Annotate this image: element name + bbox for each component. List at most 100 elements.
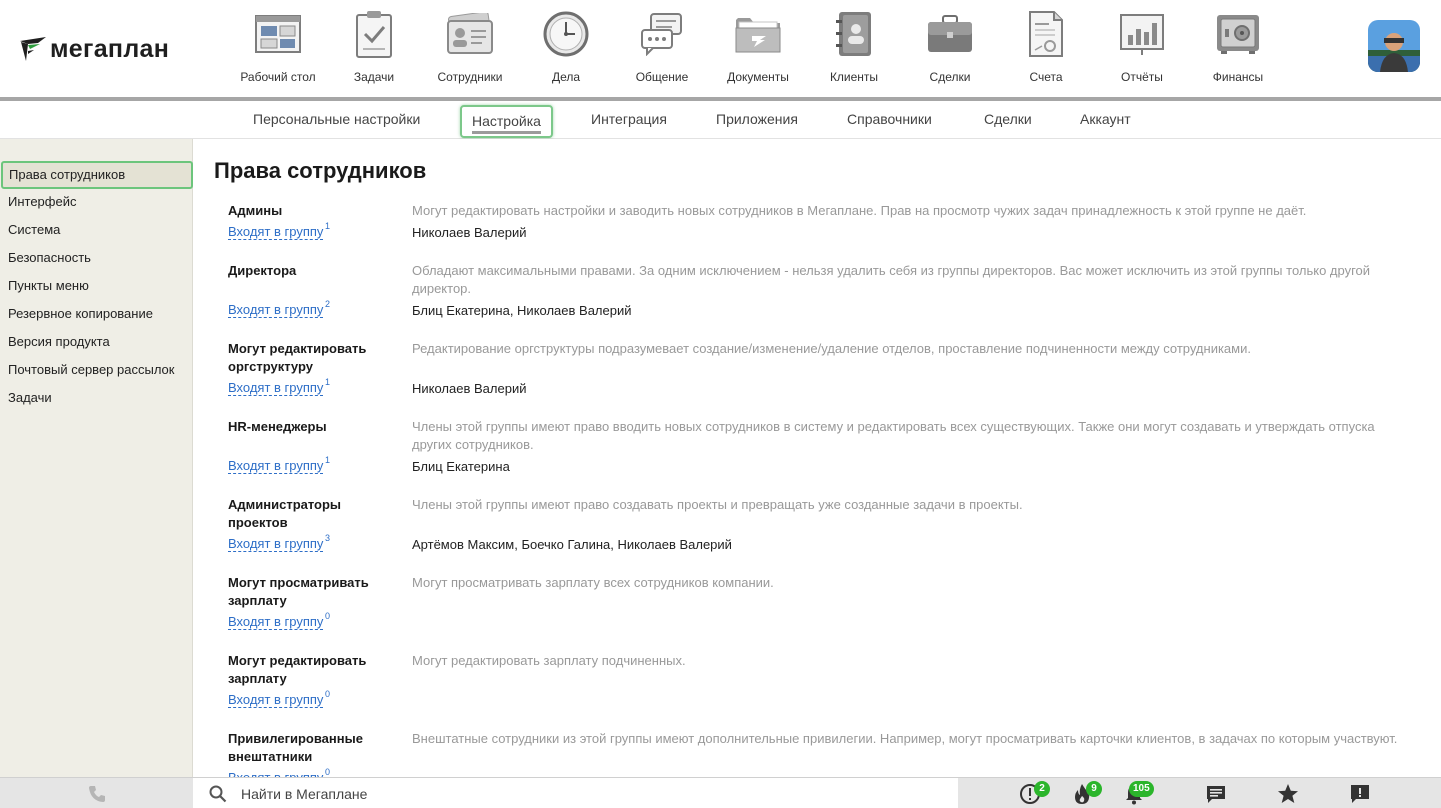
group-members-link[interactable]: Входят в группу xyxy=(228,224,324,240)
module-tasks[interactable]: Задачи xyxy=(326,8,422,92)
module-clients[interactable]: Клиенты xyxy=(806,8,902,92)
module-menu: Рабочий стол Задачи Сотрудники Дела Обще… xyxy=(230,8,1286,92)
tab-integration[interactable]: Интеграция xyxy=(591,101,667,139)
group-member-count: 3 xyxy=(325,533,331,543)
top-navigation-bar: мегаплан Рабочий стол Задачи Сотрудники … xyxy=(0,0,1441,97)
group-name: HR-менеджеры xyxy=(228,419,327,434)
module-finance[interactable]: Финансы xyxy=(1190,8,1286,92)
group-members-link[interactable]: Входят в группу xyxy=(228,692,324,708)
group-org-structure-editors: Могут редактировать оргструктуру Редакти… xyxy=(228,340,1428,418)
employees-card-icon xyxy=(444,8,496,60)
module-deals[interactable]: Сделки xyxy=(902,8,998,92)
group-project-admins: Администраторы проектов Члены этой групп… xyxy=(228,496,1428,574)
logo-arrow-icon xyxy=(20,37,46,61)
clock-icon xyxy=(540,8,592,60)
module-invoices[interactable]: Счета xyxy=(998,8,1094,92)
module-employees[interactable]: Сотрудники xyxy=(422,8,518,92)
settings-sidebar: Права сотрудников Интерфейс Система Безо… xyxy=(0,139,193,777)
megaplan-logo[interactable]: мегаплан xyxy=(18,33,169,65)
module-dashboard[interactable]: Рабочий стол xyxy=(230,8,326,92)
alerts-button[interactable]: 2 xyxy=(1010,778,1050,808)
tab-deals[interactable]: Сделки xyxy=(984,101,1032,139)
search-input[interactable] xyxy=(241,785,841,802)
settings-tabs: Персональные настройки Настройка Интегра… xyxy=(0,101,1441,139)
module-label: Сотрудники xyxy=(437,70,503,84)
sidebar-item-product-version[interactable]: Версия продукта xyxy=(0,328,193,356)
group-name: Директора xyxy=(228,263,297,278)
group-description: Члены этой группы имеют право вводить но… xyxy=(412,419,1375,452)
group-name: Могут редактировать зарплату xyxy=(228,653,367,686)
group-hr-managers: HR-менеджеры Члены этой группы имеют пра… xyxy=(228,418,1428,496)
chat-bubbles-icon xyxy=(636,8,688,60)
star-icon xyxy=(1278,783,1298,803)
sidebar-item-menu-items[interactable]: Пункты меню xyxy=(0,272,193,300)
group-admins: Админы Могут редактировать настройки и з… xyxy=(228,202,1428,262)
folder-icon xyxy=(732,8,784,60)
feedback-button[interactable] xyxy=(1340,778,1380,808)
page-title: Права сотрудников xyxy=(214,158,427,183)
tab-directories[interactable]: Справочники xyxy=(847,101,932,139)
group-privileged-freelancers: Привилегированные внештатники Внештатные… xyxy=(228,730,1428,777)
tab-account[interactable]: Аккаунт xyxy=(1080,101,1131,139)
sidebar-item-tasks[interactable]: Задачи xyxy=(0,384,193,412)
group-description: Обладают максимальными правами. За одним… xyxy=(412,263,1371,296)
group-members: Блиц Екатерина, Николаев Валерий xyxy=(412,303,632,318)
group-member-count: 0 xyxy=(325,611,331,621)
module-communication[interactable]: Общение xyxy=(614,8,710,92)
tab-settings[interactable]: Настройка xyxy=(460,105,553,138)
messages-button[interactable] xyxy=(1196,778,1236,808)
feedback-icon xyxy=(1351,784,1369,803)
app-window: мегаплан Рабочий стол Задачи Сотрудники … xyxy=(0,0,1441,808)
sidebar-item-mail-server[interactable]: Почтовый сервер рассылок xyxy=(0,356,193,384)
group-description: Могут редактировать зарплату подчиненных… xyxy=(412,653,686,668)
notifications-button[interactable]: 105 xyxy=(1114,778,1154,808)
group-directors: Директора Обладают максимальными правами… xyxy=(228,262,1428,340)
invoice-icon xyxy=(1020,8,1072,60)
group-members-link[interactable]: Входят в группу xyxy=(228,380,324,396)
phone-button[interactable] xyxy=(0,778,193,808)
user-avatar[interactable] xyxy=(1368,20,1420,72)
favorites-button[interactable] xyxy=(1268,778,1308,808)
main-content: Права сотрудников Админы Могут редактиро… xyxy=(193,139,1441,777)
module-documents[interactable]: Документы xyxy=(710,8,806,92)
module-label: Задачи xyxy=(353,70,395,84)
group-name: Админы xyxy=(228,203,283,218)
group-members: Николаев Валерий xyxy=(412,381,527,396)
module-label: Сделки xyxy=(929,70,971,84)
module-label: Отчёты xyxy=(1121,70,1163,84)
group-name: Администраторы проектов xyxy=(228,497,342,530)
sidebar-item-backup[interactable]: Резервное копирование xyxy=(0,300,193,328)
group-member-count: 1 xyxy=(325,221,331,231)
group-member-count: 2 xyxy=(325,299,331,309)
sidebar-item-system[interactable]: Система xyxy=(0,216,193,244)
group-members-link[interactable]: Входят в группу xyxy=(228,770,323,777)
group-members-link[interactable]: Входят в группу xyxy=(228,614,324,630)
briefcase-icon xyxy=(924,8,976,60)
group-members-link[interactable]: Входят в группу xyxy=(228,536,324,552)
group-salary-editors: Могут редактировать зарплату Могут редак… xyxy=(228,652,1428,730)
tab-applications[interactable]: Приложения xyxy=(716,101,798,139)
sidebar-item-employee-rights[interactable]: Права сотрудников xyxy=(1,161,193,189)
dashboard-icon xyxy=(252,8,304,60)
tab-personal-settings[interactable]: Персональные настройки xyxy=(253,101,420,139)
module-affairs[interactable]: Дела xyxy=(518,8,614,92)
group-salary-viewers: Могут просматривать зарплату Могут просм… xyxy=(228,574,1428,652)
group-name: Могут просматривать зарплату xyxy=(228,575,369,608)
sidebar-item-interface[interactable]: Интерфейс xyxy=(0,188,193,216)
safe-icon xyxy=(1212,8,1264,60)
module-label: Документы xyxy=(727,70,789,84)
message-icon xyxy=(1207,785,1225,803)
group-members-link[interactable]: Входят в группу xyxy=(228,302,324,318)
group-description: Могут редактировать настройки и заводить… xyxy=(412,203,1307,218)
module-label: Счета xyxy=(1029,70,1063,84)
group-member-count: 1 xyxy=(325,377,331,387)
sidebar-item-security[interactable]: Безопасность xyxy=(0,244,193,272)
group-members: Блиц Екатерина xyxy=(412,459,510,474)
module-reports[interactable]: Отчёты xyxy=(1094,8,1190,92)
group-description: Могут просматривать зарплату всех сотруд… xyxy=(412,575,774,590)
group-members-link[interactable]: Входят в группу xyxy=(228,458,324,474)
hot-button[interactable]: 9 xyxy=(1062,778,1102,808)
logo-text: мегаплан xyxy=(50,34,170,63)
search-icon xyxy=(209,785,227,802)
tab-settings-label: Настройка xyxy=(472,113,541,134)
